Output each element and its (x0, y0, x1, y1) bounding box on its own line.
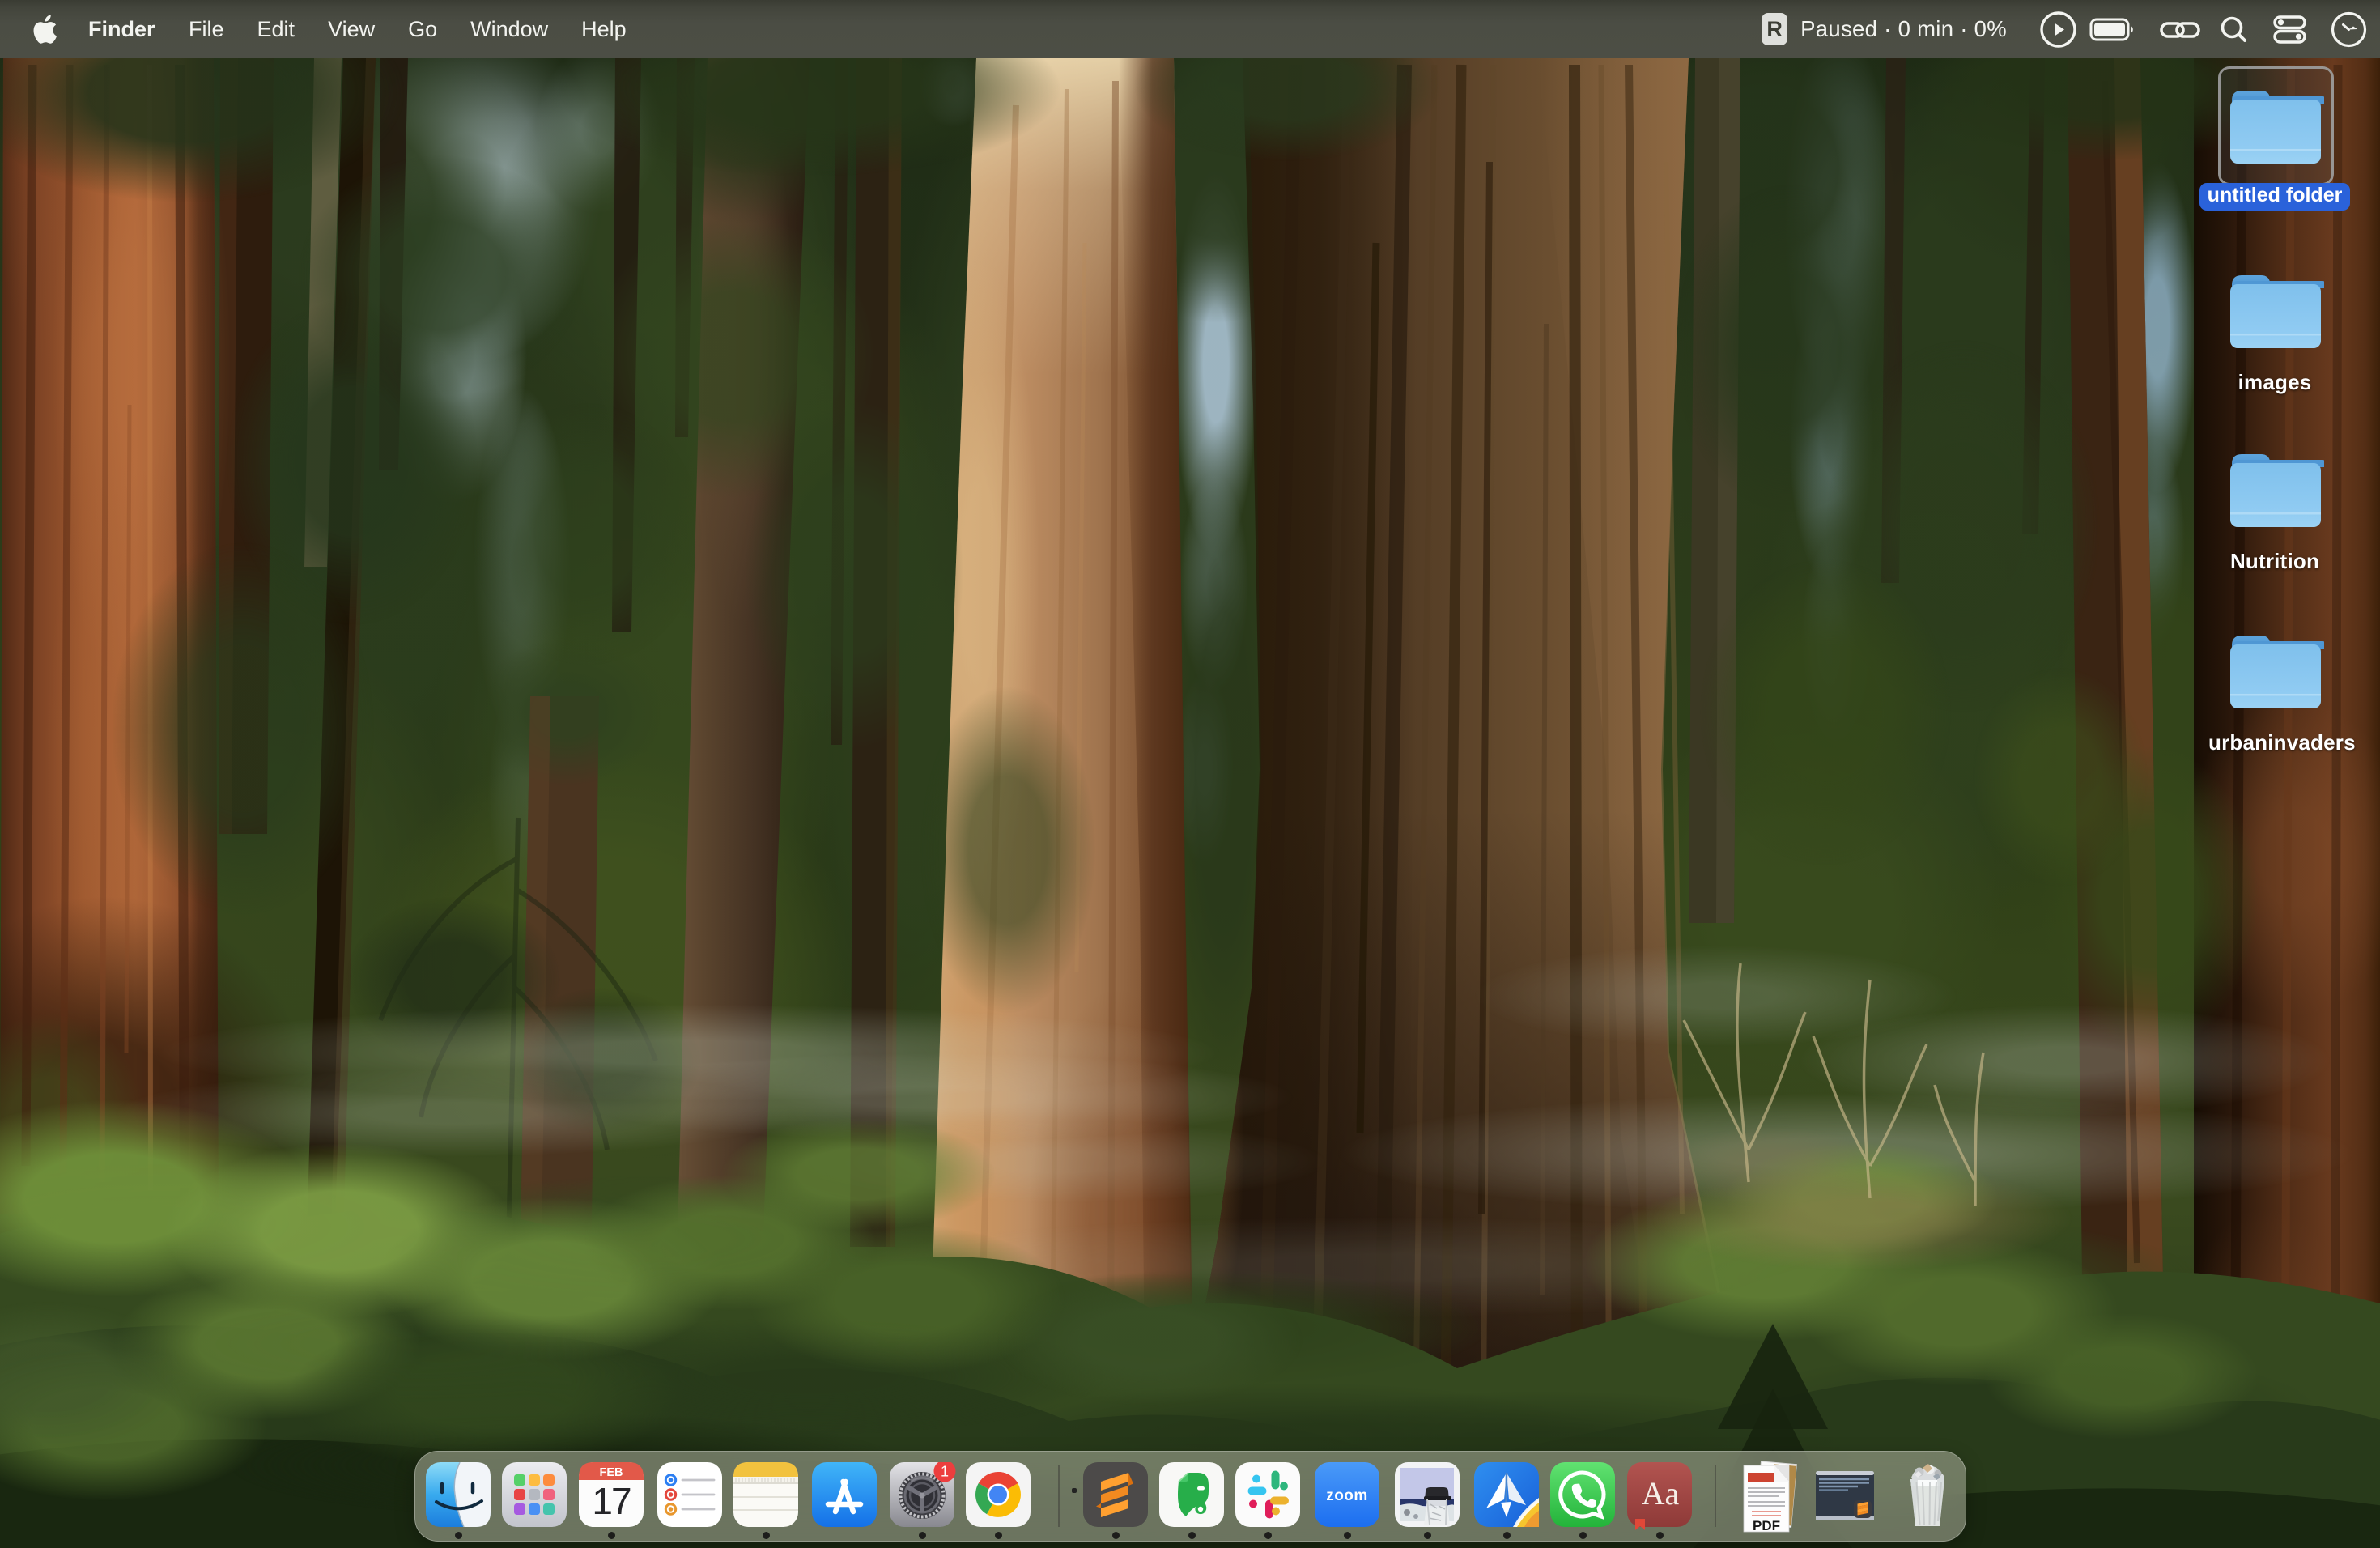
svg-text:FEB: FEB (600, 1466, 623, 1479)
svg-text:zoom: zoom (1326, 1487, 1368, 1504)
svg-text:PDF: PDF (1753, 1518, 1780, 1533)
svg-text:17: 17 (592, 1480, 631, 1522)
svg-text:Aa: Aa (1642, 1475, 1680, 1512)
svg-text:1: 1 (941, 1464, 949, 1480)
